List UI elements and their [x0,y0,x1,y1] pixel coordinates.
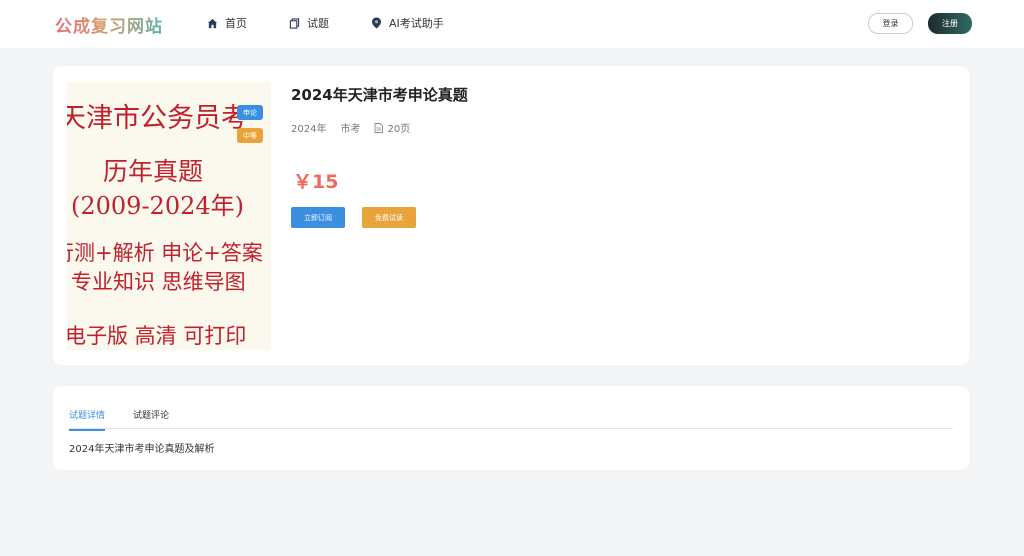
exam-detail-card: 试题详情 试题评论 2024年天津市考申论真题及解析 [53,386,969,470]
exam-year: 2024年 [291,124,327,135]
exam-title: 2024年天津市考申论真题 [291,86,468,104]
detail-tabs: 试题详情 试题评论 [69,408,953,431]
nav-item-home[interactable]: 首页 [207,15,247,31]
cover-line: (2009-2024年) [71,192,244,220]
exam-category: 市考 [340,124,361,135]
subject-badge: 申论 [237,105,263,120]
home-icon [207,18,218,28]
cover-line: 历年真题 [103,157,204,186]
difficulty-badge: 中等 [237,128,263,143]
exam-pages-label: 20页 [387,124,411,135]
free-trial-button[interactable]: 免费试读 [362,207,416,228]
document-icon [375,122,384,133]
ai-icon [372,17,381,29]
register-button[interactable]: 注册 [928,13,972,34]
main-nav: 首页 试题 AI考试助手 [207,15,486,31]
detail-content: 2024年天津市考申论真题及解析 [69,444,215,455]
site-logo[interactable]: 公成复习网站 [55,12,163,37]
login-button[interactable]: 登录 [868,13,913,34]
nav-item-exams[interactable]: 试题 [289,15,329,31]
cover-line: 专业知识 思维导图 [71,270,246,294]
nav-item-exams-label: 试题 [307,17,329,30]
exam-price: ￥15 [293,171,339,193]
subscribe-button[interactable]: 立即订阅 [291,207,345,228]
exam-cover-image[interactable]: 天津市公务员考 历年真题 (2009-2024年) 行测+解析 申论+答案 专业… [67,82,271,350]
copy-icon [289,17,300,29]
cover-line: 天津市公务员考 [67,103,248,134]
exam-pages: 20页 [374,120,424,135]
cover-line: 行测+解析 申论+答案 [67,241,263,265]
tab-comments[interactable]: 试题评论 [133,408,169,429]
exam-product-card: 天津市公务员考 历年真题 (2009-2024年) 行测+解析 申论+答案 专业… [53,66,969,365]
nav-item-ai-assistant[interactable]: AI考试助手 [371,15,444,31]
tab-details[interactable]: 试题详情 [69,408,106,431]
top-navigation-bar: 公成复习网站 首页 试题 AI考试助手 登录 注册 [0,0,1024,48]
exam-meta: 2024年 市考 20页 [291,120,438,135]
nav-item-home-label: 首页 [225,17,247,30]
cover-line: 电子版 高清 可打印 [67,324,247,348]
nav-item-ai-assistant-label: AI考试助手 [389,17,444,30]
